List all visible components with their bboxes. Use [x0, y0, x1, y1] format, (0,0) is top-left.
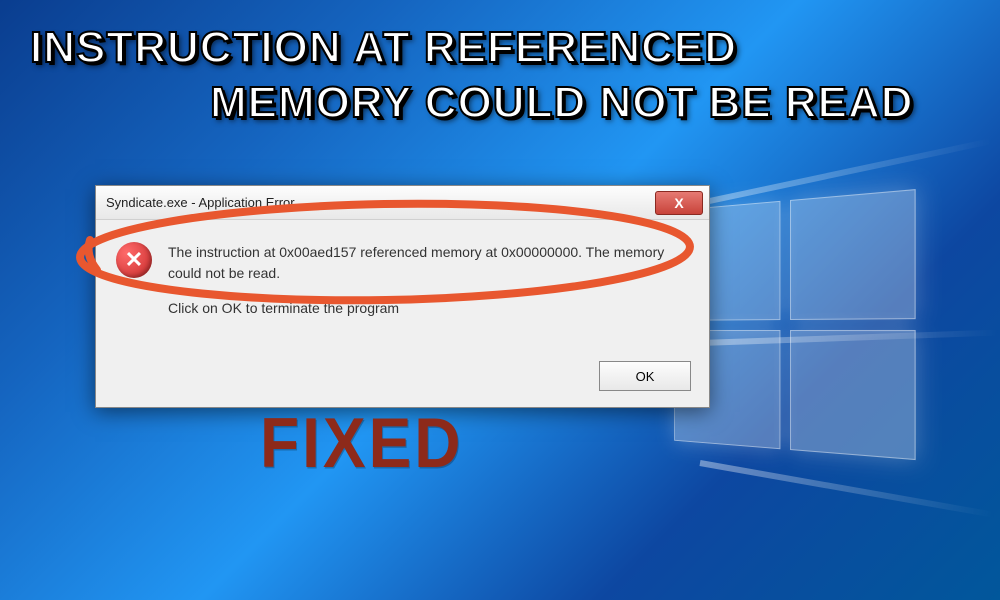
close-button[interactable]: X [655, 191, 703, 215]
error-icon-wrap: ✕ [116, 242, 152, 333]
close-icon: X [674, 195, 683, 211]
dialog-message: The instruction at 0x00aed157 referenced… [168, 242, 689, 333]
dialog-titlebar: Syndicate.exe - Application Error X [96, 186, 709, 220]
ok-button[interactable]: OK [599, 361, 691, 391]
dialog-body: ✕ The instruction at 0x00aed157 referenc… [96, 220, 709, 351]
light-ray [699, 460, 995, 518]
headline-line1: Instruction at Referenced [30, 23, 737, 72]
error-dialog: Syndicate.exe - Application Error X ✕ Th… [95, 185, 710, 408]
windows-logo-background [674, 188, 927, 472]
headline-line2: Memory Could Not Be Read [30, 75, 980, 130]
dialog-message-line2: Click on OK to terminate the program [168, 298, 689, 319]
headline-text: Instruction at Referenced Memory Could N… [30, 20, 980, 130]
fixed-stamp: FIXED [260, 402, 463, 483]
error-icon: ✕ [116, 242, 152, 278]
dialog-footer: OK [96, 351, 709, 407]
dialog-title: Syndicate.exe - Application Error [106, 195, 295, 210]
dialog-message-line1: The instruction at 0x00aed157 referenced… [168, 242, 689, 284]
